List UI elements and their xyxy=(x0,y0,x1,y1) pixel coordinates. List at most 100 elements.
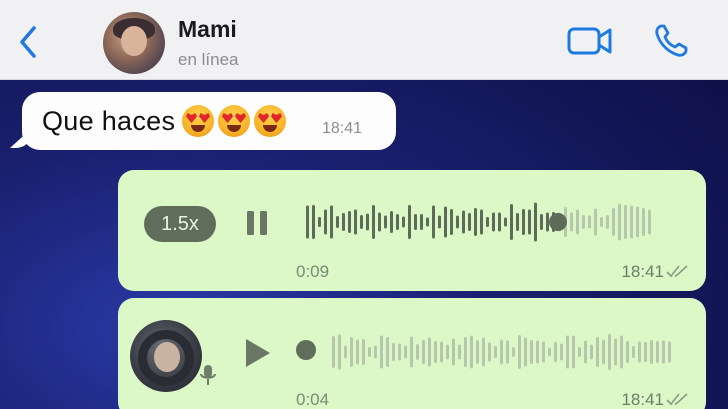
waveform-bar xyxy=(522,209,525,235)
chevron-left-icon[interactable] xyxy=(14,24,42,60)
audio-waveform[interactable] xyxy=(302,198,682,246)
audio-waveform[interactable] xyxy=(292,328,672,376)
waveform-bar xyxy=(486,217,489,227)
phone-icon[interactable] xyxy=(652,22,690,60)
waveform-bar xyxy=(404,345,407,359)
waveform-bar xyxy=(480,209,483,235)
message-time: 18:41 xyxy=(621,262,664,281)
incoming-message[interactable]: Que haces 18:41 xyxy=(10,92,396,150)
contact-status: en línea xyxy=(178,50,239,69)
play-icon[interactable] xyxy=(240,336,274,370)
waveform-bar xyxy=(408,205,411,239)
waveform-bar xyxy=(570,212,573,232)
waveform-bar xyxy=(362,339,365,365)
waveform-bar xyxy=(548,347,551,357)
double-check-icon xyxy=(666,393,688,406)
waveform-bar xyxy=(464,337,467,367)
waveform-bar xyxy=(428,337,431,367)
waveform-bar xyxy=(668,341,671,363)
playback-progress-dot[interactable] xyxy=(549,213,567,231)
waveform-bar xyxy=(306,205,309,239)
waveform-bar xyxy=(588,215,591,229)
waveform-bar xyxy=(536,340,539,364)
waveform-bar xyxy=(410,336,413,368)
waveform-bar xyxy=(624,205,627,239)
waveform-bar xyxy=(560,343,563,361)
waveform-bar xyxy=(498,212,501,232)
message-text: Que haces xyxy=(42,106,176,136)
voice-duration: 0:09 xyxy=(296,262,330,281)
waveform-bar xyxy=(392,343,395,361)
contact-name[interactable]: Mami xyxy=(178,16,237,43)
playback-speed-button[interactable]: 1.5x xyxy=(144,206,216,242)
waveform-bar xyxy=(432,205,435,239)
waveform-bar xyxy=(614,338,617,366)
pause-icon[interactable] xyxy=(242,208,272,238)
waveform-bar xyxy=(576,209,579,235)
message-time: 18:41 xyxy=(322,120,363,137)
waveform-bar xyxy=(396,214,399,230)
waveform-bar xyxy=(318,217,321,227)
waveform-bar xyxy=(338,334,341,370)
waveform-bar xyxy=(350,337,353,367)
waveform-bar xyxy=(378,212,381,232)
waveform-bar xyxy=(374,345,377,359)
voice-message-playing[interactable]: 1.5x 0:09 18:41 xyxy=(118,170,706,291)
waveform-bar xyxy=(528,209,531,235)
waveform-bar xyxy=(434,341,437,363)
waveform-bar xyxy=(356,339,359,365)
waveform-bar xyxy=(344,345,347,359)
waveform-bar xyxy=(446,344,449,360)
contact-avatar[interactable] xyxy=(103,12,165,74)
waveform-bar xyxy=(402,216,405,228)
waveform-bar xyxy=(510,204,513,240)
chat-header: Mami en línea xyxy=(0,0,728,80)
waveform-bar xyxy=(596,337,599,367)
waveform-bar xyxy=(590,344,593,360)
waveform-bar xyxy=(330,205,333,239)
waveform-bar xyxy=(554,342,557,362)
double-check-icon xyxy=(666,265,688,278)
waveform-bar xyxy=(582,215,585,229)
waveform-bar xyxy=(348,211,351,233)
waveform-bar xyxy=(662,340,665,364)
waveform-bar xyxy=(398,343,401,361)
waveform-bar xyxy=(336,216,339,228)
waveform-bar xyxy=(612,208,615,236)
waveform-bar xyxy=(324,209,327,235)
heart-eyes-emoji xyxy=(182,105,214,137)
waveform-bar xyxy=(618,203,621,241)
waveform-bar xyxy=(488,342,491,362)
waveform-bar xyxy=(416,344,419,360)
heart-eyes-emoji xyxy=(218,105,250,137)
waveform-bar xyxy=(518,335,521,369)
waveform-bar xyxy=(636,206,639,238)
waveform-bar xyxy=(390,211,393,233)
waveform-bar xyxy=(444,206,447,238)
waveform-bar xyxy=(384,215,387,229)
waveform-bar xyxy=(332,336,335,368)
waveform-bar xyxy=(372,205,375,239)
waveform-bar xyxy=(642,208,645,236)
waveform-bar xyxy=(468,213,471,231)
voice-message-paused[interactable]: 0:04 18:41 xyxy=(118,298,706,409)
waveform-bar xyxy=(638,341,641,363)
waveform-bar xyxy=(368,347,371,357)
waveform-bar xyxy=(500,339,503,365)
waveform-bar xyxy=(470,335,473,369)
waveform-bar xyxy=(584,340,587,364)
waveform-bar xyxy=(386,337,389,367)
waveform-bar xyxy=(534,202,537,242)
waveform-bar xyxy=(650,340,653,364)
waveform-bar xyxy=(492,212,495,232)
waveform-bar xyxy=(620,335,623,369)
waveform-bar xyxy=(530,340,533,364)
waveform-bar xyxy=(566,335,569,369)
waveform-bar xyxy=(512,347,515,357)
waveform-bar xyxy=(602,339,605,365)
waveform-bar xyxy=(380,335,383,369)
waveform-bar xyxy=(494,346,497,358)
video-camera-icon[interactable] xyxy=(566,24,614,58)
waveform-bar xyxy=(342,213,345,231)
waveform-bar xyxy=(540,214,543,230)
